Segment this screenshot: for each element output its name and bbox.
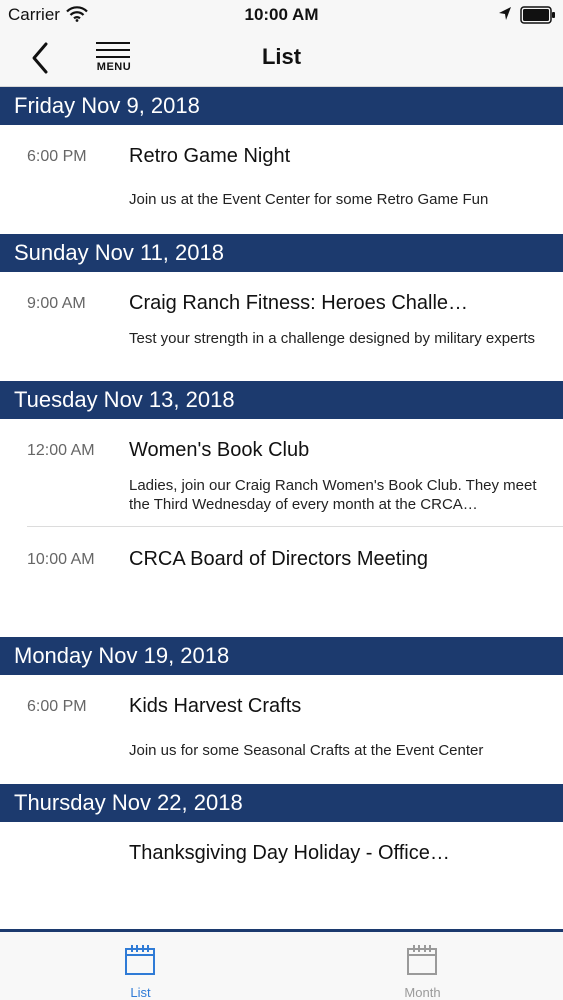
event-description: Join us at the Event Center for some Ret… (129, 191, 489, 208)
location-arrow-icon (498, 6, 512, 27)
event-title: CRCA Board of Directors Meeting (129, 548, 429, 570)
event-title: Craig Ranch Fitness: Heroes Challe… (129, 292, 469, 314)
calendar-icon (125, 945, 155, 975)
day-header: Monday Nov 19, 2018 (0, 637, 563, 675)
event-row[interactable]: 12:00 AM Women's Book Club Ladies, join … (0, 419, 563, 527)
battery-icon (520, 6, 556, 29)
event-title: Retro Game Night (129, 145, 291, 167)
event-title: Kids Harvest Crafts (129, 695, 302, 717)
event-row[interactable]: 10:00 AM CRCA Board of Directors Meeting (0, 527, 563, 637)
event-row[interactable]: Thanksgiving Day Holiday - Office… (0, 822, 563, 922)
event-row[interactable]: 6:00 PM Kids Harvest Crafts Join us for … (0, 675, 563, 784)
event-time: 10:00 AM (27, 551, 95, 568)
event-title: Women's Book Club (129, 439, 310, 461)
event-row[interactable]: 6:00 PM Retro Game Night Join us at the … (0, 125, 563, 234)
event-time: 6:00 PM (27, 148, 87, 165)
page-title: List (261, 44, 302, 69)
event-row[interactable]: 9:00 AM Craig Ranch Fitness: Heroes Chal… (0, 272, 563, 381)
day-header: Sunday Nov 11, 2018 (0, 234, 563, 272)
event-time: 9:00 AM (27, 295, 86, 312)
tab-month[interactable]: Month (282, 932, 563, 1000)
day-header: Tuesday Nov 13, 2018 (0, 381, 563, 419)
navigation-bar: MENU List (0, 30, 563, 87)
event-time: 12:00 AM (27, 442, 95, 459)
day-header: Thursday Nov 22, 2018 (0, 784, 563, 822)
clock: 10:00 AM (244, 5, 319, 24)
tab-list[interactable]: List (0, 932, 281, 1000)
event-list: Friday Nov 9, 2018 6:00 PM Retro Game Ni… (0, 87, 563, 922)
calendar-icon (407, 945, 437, 975)
event-description: Ladies, join our Craig Ranch Women's Boo… (129, 477, 537, 513)
tab-bar: List Month (0, 929, 563, 1000)
day-header: Friday Nov 9, 2018 (0, 87, 563, 125)
event-title: Thanksgiving Day Holiday - Office… (129, 842, 450, 864)
status-bar: Carrier 10:00 AM (0, 0, 563, 30)
event-description: Test your strength in a challenge design… (129, 330, 536, 347)
tab-label: List (130, 985, 151, 1000)
event-time: 6:00 PM (27, 698, 87, 715)
tab-label: Month (404, 985, 441, 1000)
event-description: Join us for some Seasonal Crafts at the … (129, 742, 484, 759)
